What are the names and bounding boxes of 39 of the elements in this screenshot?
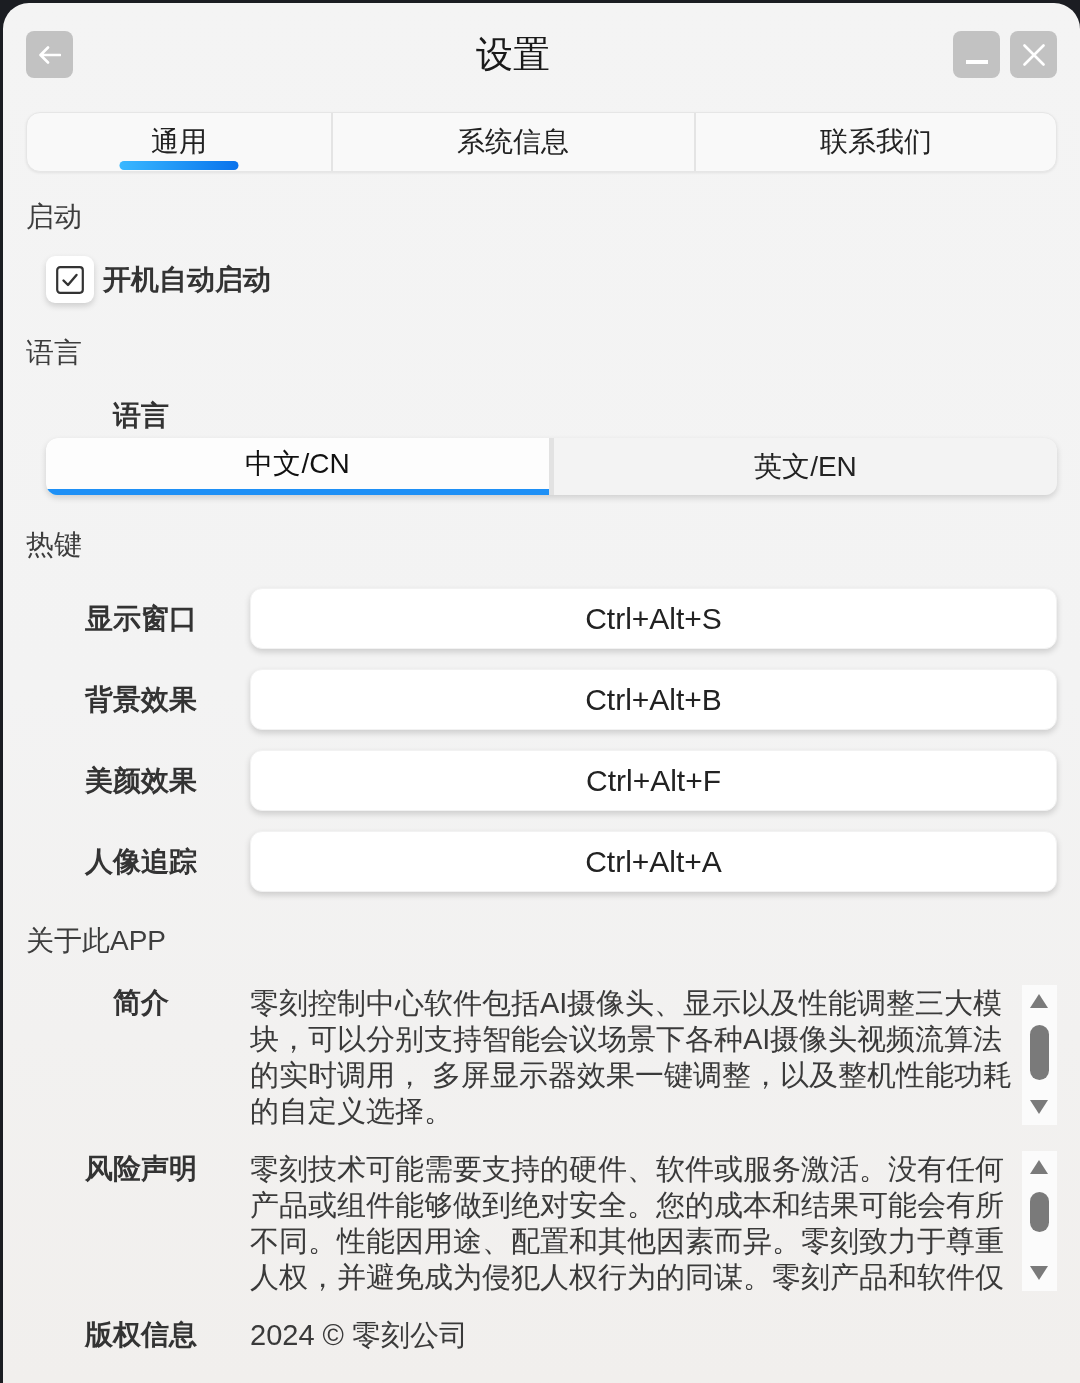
tab[interactable]: 联系我们 xyxy=(693,113,1056,171)
scrollbar-thumb[interactable] xyxy=(1030,1025,1049,1080)
hotkey-label: 美颜效果 xyxy=(84,763,197,798)
setting-label: 语言 xyxy=(112,399,169,433)
hotkey-field[interactable]: Ctrl+Alt+B xyxy=(250,669,1057,730)
description-text: 零刻控制中心软件包括AI摄像头、显示以及性能调整三大模块，可以分别支持智能会议场景下各种AI摄像头视频流算法的实时调用， 多屏显示器效果一键调整，以及整机性能功耗的自定义选择。 xyxy=(250,986,1014,1129)
window-title: 设置 xyxy=(476,33,550,77)
tab[interactable]: 系统信息 xyxy=(331,113,694,171)
close-icon xyxy=(1022,43,1045,66)
scrollbar[interactable] xyxy=(1022,1151,1057,1291)
scrollbar[interactable] xyxy=(1022,985,1057,1125)
checked-box-icon xyxy=(56,265,84,294)
hotkey-field[interactable]: Ctrl+Alt+A xyxy=(250,831,1057,892)
language-option[interactable]: 中文/CN xyxy=(46,438,549,495)
section-heading: 语言 xyxy=(26,336,82,370)
scroll-up-icon[interactable] xyxy=(1029,993,1049,1009)
language-option[interactable]: 英文/EN xyxy=(554,438,1057,495)
section-heading: 热键 xyxy=(26,528,82,562)
minimize-icon xyxy=(965,60,988,64)
scrollbar-thumb[interactable] xyxy=(1030,1192,1049,1232)
hotkey-label: 人像追踪 xyxy=(84,844,197,879)
scroll-down-icon[interactable] xyxy=(1029,1099,1049,1115)
hotkey-label: 背景效果 xyxy=(84,682,197,717)
hotkey-field[interactable]: Ctrl+Alt+S xyxy=(250,588,1057,649)
hotkey-field[interactable]: Ctrl+Alt+F xyxy=(250,750,1057,811)
info-label: 版权信息 xyxy=(84,1318,197,1352)
info-label: 风险声明 xyxy=(84,1152,197,1186)
checkbox[interactable] xyxy=(46,256,94,303)
copyright-text: 2024 © 零刻公司 xyxy=(250,1318,468,1353)
back-arrow-icon xyxy=(38,45,61,64)
section-heading: 关于此APP xyxy=(26,924,167,958)
scroll-up-icon[interactable] xyxy=(1029,1159,1049,1175)
hotkey-label: 显示窗口 xyxy=(84,601,197,636)
info-label: 简介 xyxy=(112,986,169,1020)
tab[interactable]: 通用 xyxy=(27,113,331,171)
checkbox-label: 开机自动启动 xyxy=(103,262,271,297)
description-text: 零刻技术可能需要支持的硬件、软件或服务激活。没有任何产品或组件能够做到绝对安全。您的成本和结果可能会有所不同。性能因用途、配置和其他因素而异。零刻致力于尊重人权，并避免成为侵犯人权行为的同谋。零刻产品和软件仅 xyxy=(250,1152,1005,1295)
scroll-down-icon[interactable] xyxy=(1029,1265,1049,1281)
section-heading: 启动 xyxy=(26,200,82,234)
